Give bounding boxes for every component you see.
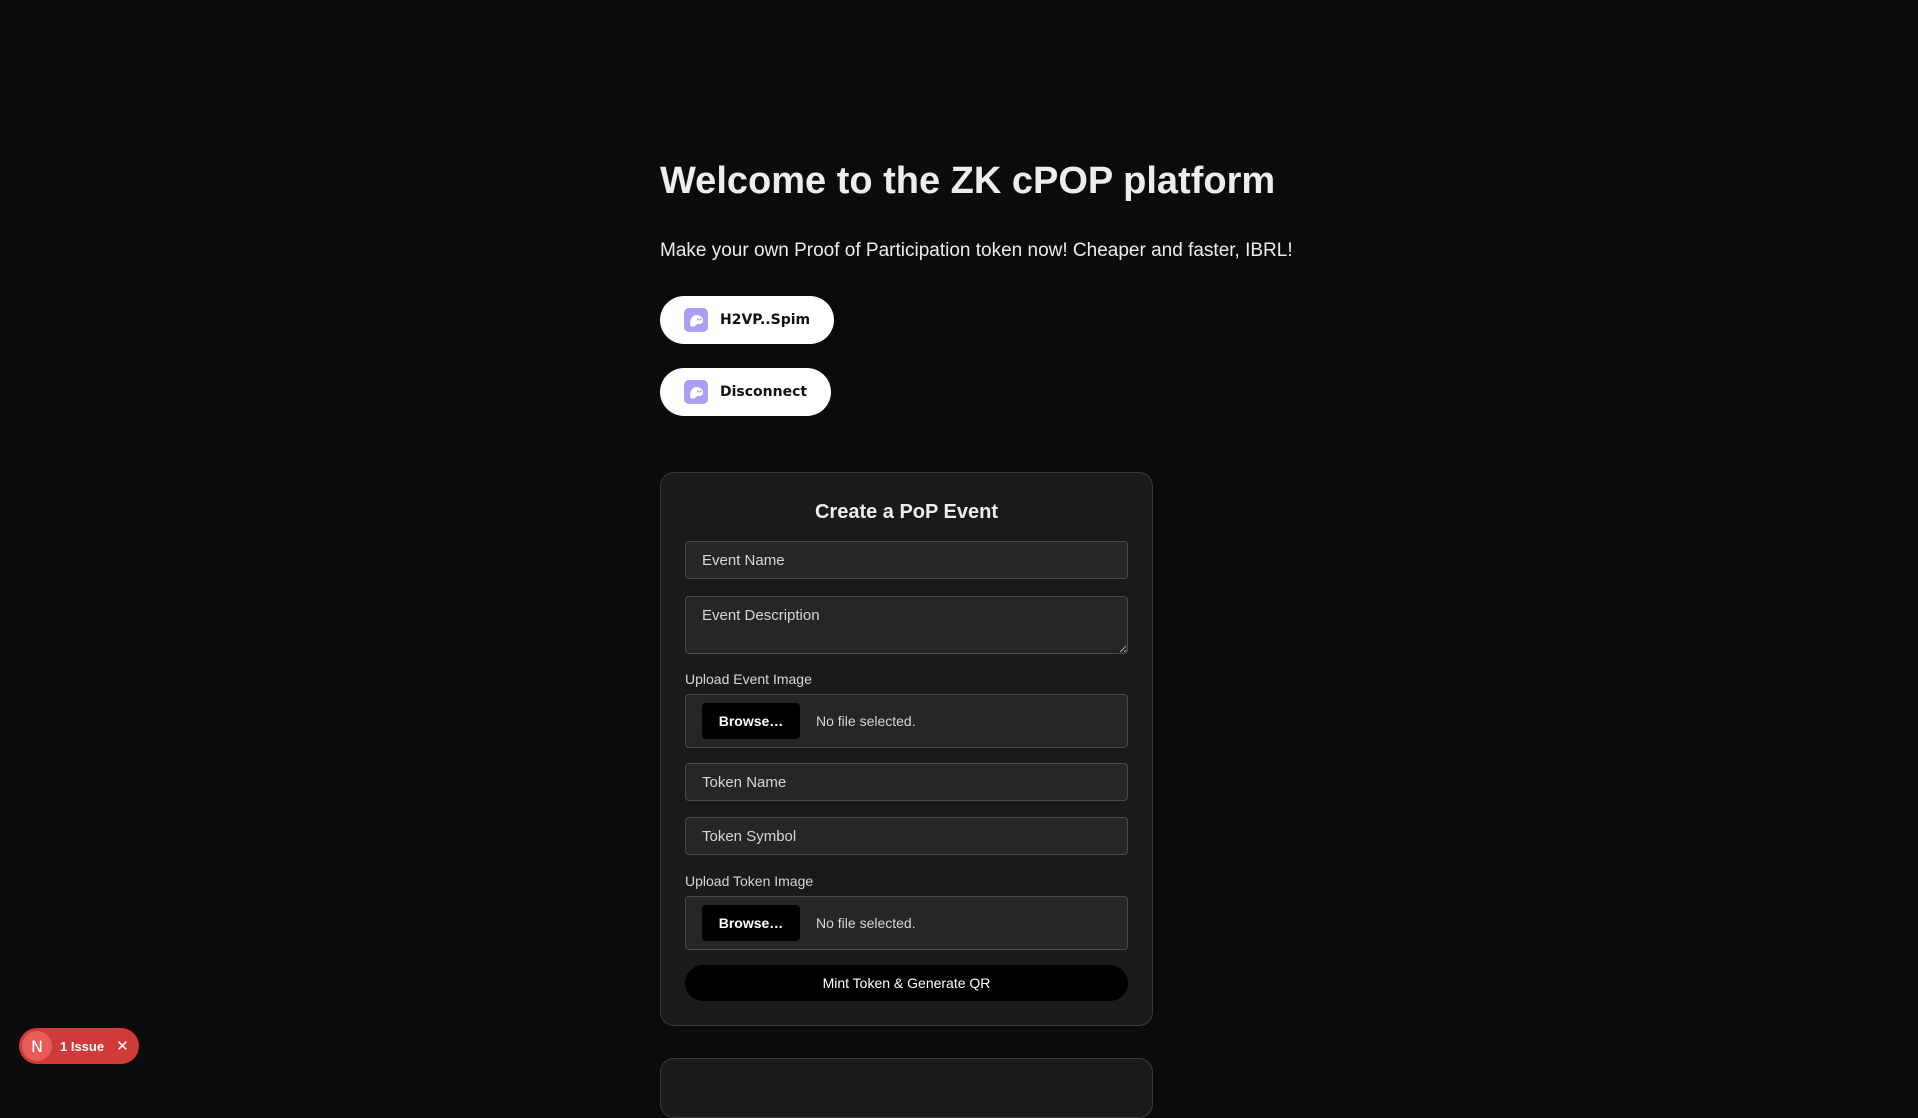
event-description-textarea[interactable] [685,596,1128,654]
token-symbol-input[interactable] [685,817,1128,855]
close-icon[interactable]: ✕ [116,1037,129,1055]
secondary-card [660,1058,1153,1118]
token-image-file-status: No file selected. [816,915,916,931]
disconnect-button[interactable]: Disconnect [660,368,832,416]
page-title: Welcome to the ZK cPOP platform [660,160,1276,202]
token-image-label: Upload Token Image [685,873,814,889]
phantom-ghost-icon [684,308,708,332]
dev-issues-badge[interactable]: N 1 Issue ✕ [19,1028,139,1064]
event-image-file-input[interactable]: Browse… No file selected. [685,694,1128,748]
disconnect-label: Disconnect [720,384,808,400]
issues-count-label: 1 Issue [60,1038,105,1054]
create-event-card: Create a PoP Event Upload Event Image Br… [660,472,1153,1026]
nextjs-logo-icon: N [22,1031,52,1061]
event-image-label: Upload Event Image [685,671,812,687]
event-name-input[interactable] [685,541,1128,579]
wallet-address-button[interactable]: H2VP..Spim [660,296,835,344]
token-image-browse-button[interactable]: Browse… [702,905,800,941]
event-image-file-status: No file selected. [816,713,916,729]
token-image-file-input[interactable]: Browse… No file selected. [685,896,1128,950]
wallet-address-label: H2VP..Spim [720,312,811,328]
card-title: Create a PoP Event [814,501,999,523]
token-name-input[interactable] [685,763,1128,801]
phantom-ghost-icon [684,380,708,404]
page-subtitle: Make your own Proof of Participation tok… [660,240,1293,261]
event-image-browse-button[interactable]: Browse… [702,703,800,739]
mint-token-button[interactable]: Mint Token & Generate QR [685,965,1128,1001]
